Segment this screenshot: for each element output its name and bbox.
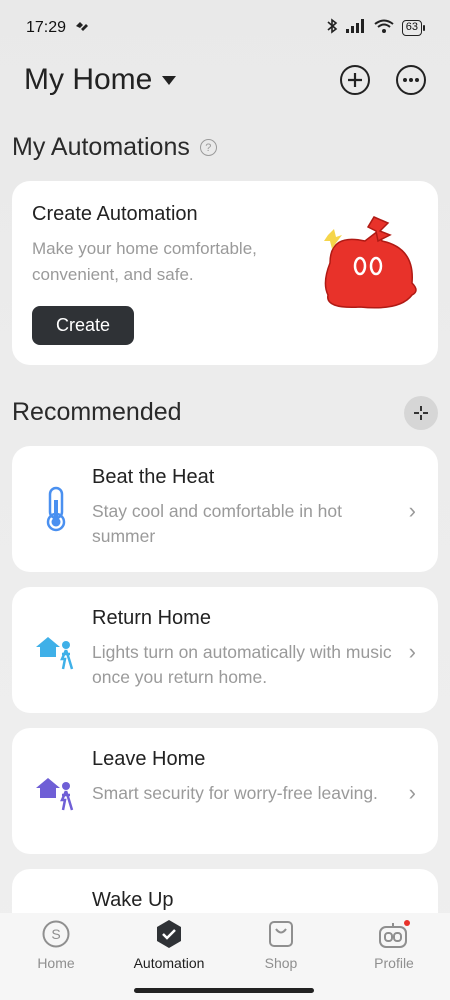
ellipsis-icon <box>403 78 419 82</box>
plus-icon <box>348 73 362 87</box>
caret-down-icon[interactable] <box>162 75 177 85</box>
leave-home-icon <box>32 766 80 814</box>
collapse-icon <box>414 406 428 420</box>
thermometer-icon <box>32 484 80 532</box>
recommendation-card-leave-home[interactable]: Leave Home Smart security for worry-free… <box>12 728 438 854</box>
notification-icon <box>74 19 90 37</box>
tab-label: Home <box>37 955 75 971</box>
home-selector-title[interactable]: My Home <box>24 63 152 97</box>
return-home-icon <box>32 625 80 673</box>
more-button[interactable] <box>396 65 426 95</box>
chevron-right-icon: › <box>408 780 416 805</box>
tab-label: Shop <box>264 955 298 971</box>
recommended-heading: Recommended <box>12 398 182 427</box>
my-automations-heading: My Automations ? <box>12 133 217 162</box>
create-card-description: Make your home comfortable, convenient, … <box>32 239 257 284</box>
tab-label: Profile <box>374 955 414 971</box>
recommendation-card-beat-the-heat[interactable]: Beat the Heat Stay cool and comfortable … <box>12 446 438 572</box>
recommendation-title: Wake Up <box>92 889 174 911</box>
tab-automation[interactable]: Automation <box>113 919 225 971</box>
tab-label: Automation <box>133 955 205 971</box>
header: My Home <box>0 56 450 104</box>
check-badge-icon <box>157 920 181 948</box>
create-button[interactable]: Create <box>32 306 134 345</box>
battery-indicator: 63 <box>401 20 426 36</box>
bottom-tab-bar: S Home Automation Shop Profile <box>0 913 450 1000</box>
recommendation-title: Return Home <box>92 607 211 629</box>
bluetooth-icon <box>326 17 338 39</box>
recommendation-description: Lights turn on automatically with music … <box>92 642 392 687</box>
create-automation-card: Create Automation Make your home comfort… <box>12 181 438 365</box>
svg-text:S: S <box>51 926 60 942</box>
tab-profile[interactable]: Profile <box>338 919 450 971</box>
recommendation-description: Smart security for worry-free leaving. <box>92 783 378 803</box>
recommendation-description: Stay cool and comfortable in hot summer <box>92 501 343 546</box>
dollar-circle-icon: S <box>42 920 70 948</box>
wifi-icon <box>374 19 394 38</box>
home-indicator[interactable] <box>134 988 314 993</box>
status-time: 17:29 <box>26 19 67 36</box>
chevron-right-icon: › <box>408 639 416 664</box>
mascot-illustration <box>320 213 420 318</box>
signal-icon <box>345 18 366 38</box>
chevron-right-icon: › <box>408 498 416 523</box>
recommendation-card-return-home[interactable]: Return Home Lights turn on automatically… <box>12 587 438 713</box>
shopping-bag-icon <box>269 921 293 947</box>
status-bar: 17:29 63 <box>0 0 450 56</box>
notification-dot <box>404 920 410 926</box>
section-title: My Automations <box>12 133 190 161</box>
tab-shop[interactable]: Shop <box>225 919 337 971</box>
section-title: Recommended <box>12 398 182 426</box>
collapse-button[interactable] <box>404 396 438 430</box>
recommendation-title: Beat the Heat <box>92 466 215 488</box>
robot-face-icon <box>379 920 410 948</box>
add-button[interactable] <box>340 65 370 95</box>
tab-home[interactable]: S Home <box>0 919 112 971</box>
help-icon[interactable]: ? <box>199 139 217 156</box>
recommendation-title: Leave Home <box>92 748 206 770</box>
